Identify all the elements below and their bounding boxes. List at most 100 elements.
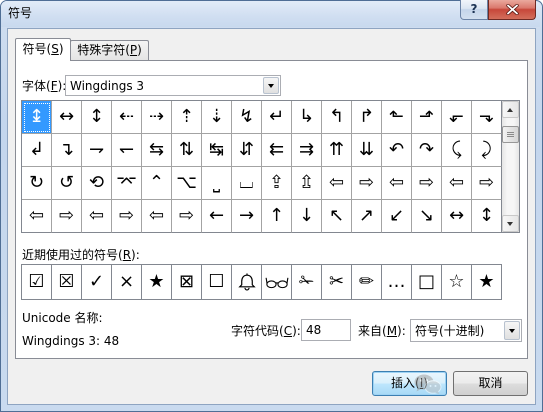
symbol-cell[interactable]: ⌤	[112, 167, 142, 200]
symbol-cell-selected[interactable]: ↨	[22, 101, 52, 134]
symbol-cell[interactable]: ↹	[202, 134, 232, 167]
insert-button[interactable]: 插入(I)	[372, 371, 447, 396]
symbol-cell[interactable]: ↴	[52, 134, 82, 167]
recent-symbol-cell[interactable]: ⊠	[172, 265, 202, 300]
symbol-cell[interactable]: ↕	[82, 101, 112, 134]
symbol-cell[interactable]: ⇦	[82, 200, 112, 233]
symbol-cell[interactable]: ↔	[52, 101, 82, 134]
symbol-cell[interactable]: ⇪	[262, 167, 292, 200]
symbol-cell[interactable]: ←	[202, 200, 232, 233]
symbol-cell[interactable]: ↷	[412, 134, 442, 167]
symbol-cell[interactable]: ⟲	[82, 167, 112, 200]
symbol-cell[interactable]: ⇨	[112, 200, 142, 233]
symbol-cell[interactable]: ↕	[472, 200, 502, 233]
symbol-cell[interactable]: ⇨	[172, 200, 202, 233]
symbol-cell[interactable]: ⇨	[352, 167, 382, 200]
symbol-grid-scrollbar[interactable]	[502, 100, 520, 233]
symbol-cell[interactable]: ⇇	[262, 134, 292, 167]
recent-symbols-grid[interactable]: ☑ ☒ ✓ × ★ ⊠ ☐ ✁ ✂ ✏… □ ☆ ★	[21, 264, 502, 300]
symbol-cell[interactable]: ↘	[412, 200, 442, 233]
symbol-cell[interactable]: ↔	[442, 200, 472, 233]
symbol-cell[interactable]: ⇁	[82, 134, 112, 167]
symbol-cell[interactable]: ⬏	[412, 101, 442, 134]
symbol-grid[interactable]: ↨ ↔ ↕ ⇠ ⇢ ⇡ ⇣ ↯ ↵ ↳ ↰ ↱ ⬑ ⬏ ⬐ ⬎ ↲ ↴ ⇁ ↽ ⇆ ⇅ ↹ ⇵ ⇇ ⇉ ⇈ ⇊ ↶ ↷ ⤹ ⤸ ↻ ↺ ⟲ ⌤ ⌃ ⌥ ⎵ ⌴…	[21, 100, 502, 233]
recent-symbol-cell[interactable]	[232, 265, 262, 300]
font-combobox[interactable]: Wingdings 3	[65, 75, 281, 96]
symbol-cell[interactable]: ⇅	[172, 134, 202, 167]
recent-symbol-cell[interactable]: ☐	[202, 265, 232, 300]
symbol-cell[interactable]: ⇦	[322, 167, 352, 200]
symbol-cell[interactable]: ⇠	[112, 101, 142, 134]
tab-symbols[interactable]: 符号(S)	[15, 38, 71, 61]
symbol-cell[interactable]: ⇫	[292, 167, 322, 200]
symbol-cell[interactable]: ⌥	[172, 167, 202, 200]
symbol-cell[interactable]: ⬑	[382, 101, 412, 134]
symbol-cell[interactable]: ⬎	[472, 101, 502, 134]
symbol-cell[interactable]: ⌴	[232, 167, 262, 200]
recent-symbol-cell[interactable]: …	[382, 265, 412, 300]
symbol-cell[interactable]: ⇉	[292, 134, 322, 167]
symbol-cell[interactable]: ↯	[232, 101, 262, 134]
symbol-cell[interactable]: ↶	[382, 134, 412, 167]
recent-symbol-cell[interactable]: ✂	[322, 265, 352, 300]
recent-symbol-cell[interactable]: ★	[472, 265, 502, 300]
symbol-cell[interactable]: ⬐	[442, 101, 472, 134]
recent-symbol-cell[interactable]: ✁	[292, 265, 322, 300]
symbol-cell[interactable]: ⤸	[472, 134, 502, 167]
symbol-cell[interactable]: ↑	[262, 200, 292, 233]
recent-symbol-cell[interactable]: ✓	[82, 265, 112, 300]
symbol-cell[interactable]: ↵	[262, 101, 292, 134]
scroll-down-button[interactable]	[502, 215, 519, 232]
close-button[interactable]	[488, 0, 536, 20]
symbol-cell[interactable]: ⇦	[142, 200, 172, 233]
symbol-cell[interactable]: ⇦	[22, 200, 52, 233]
symbol-cell[interactable]: ↳	[292, 101, 322, 134]
symbol-cell[interactable]: ⇣	[202, 101, 232, 134]
recent-symbol-cell[interactable]: ☒	[52, 265, 82, 300]
unicode-name-label: Unicode 名称:	[22, 311, 103, 325]
symbol-cell[interactable]: ⇦	[382, 167, 412, 200]
recent-symbol-cell[interactable]: ×	[112, 265, 142, 300]
help-button[interactable]: ?	[460, 0, 488, 20]
symbol-cell[interactable]: ⇨	[472, 167, 502, 200]
recent-symbol-cell[interactable]	[262, 265, 292, 300]
font-dropdown-button[interactable]	[263, 77, 279, 94]
symbol-cell[interactable]: ⇢	[142, 101, 172, 134]
recent-symbol-cell[interactable]: ✏	[352, 265, 382, 300]
from-select[interactable]: 符号(十进制)	[410, 319, 522, 342]
scroll-thumb[interactable]	[502, 126, 519, 143]
symbol-cell[interactable]: ⇨	[412, 167, 442, 200]
symbol-cell[interactable]: →	[232, 200, 262, 233]
character-code-input[interactable]	[301, 319, 351, 341]
symbol-cell[interactable]: ↱	[352, 101, 382, 134]
symbol-cell[interactable]: ⇨	[52, 200, 82, 233]
symbol-cell[interactable]: ↓	[292, 200, 322, 233]
symbol-cell[interactable]: ↙	[382, 200, 412, 233]
recent-symbol-cell[interactable]: ☑	[22, 265, 52, 300]
symbol-cell[interactable]: ↰	[322, 101, 352, 134]
symbol-cell[interactable]: ⎵	[202, 167, 232, 200]
character-code-label: 字符代码(C):	[231, 324, 301, 338]
from-dropdown-button[interactable]	[504, 321, 520, 340]
symbol-cell[interactable]: ↲	[22, 134, 52, 167]
recent-symbol-cell[interactable]: □	[412, 265, 442, 300]
symbol-cell[interactable]: ↗	[352, 200, 382, 233]
symbol-cell[interactable]: ⇵	[232, 134, 262, 167]
symbol-cell[interactable]: ↻	[22, 167, 52, 200]
symbol-cell[interactable]: ↽	[112, 134, 142, 167]
tab-special-characters[interactable]: 特殊字符(P)	[70, 40, 149, 60]
symbol-cell[interactable]: ⇡	[172, 101, 202, 134]
symbol-cell[interactable]: ↺	[52, 167, 82, 200]
symbol-cell[interactable]: ↖	[322, 200, 352, 233]
recent-symbol-cell[interactable]: ★	[142, 265, 172, 300]
symbol-cell[interactable]: ⤹	[442, 134, 472, 167]
symbol-cell[interactable]: ⇆	[142, 134, 172, 167]
symbol-cell[interactable]: ⇊	[352, 134, 382, 167]
cancel-button[interactable]: 取消	[453, 371, 528, 396]
symbol-cell[interactable]: ⇦	[442, 167, 472, 200]
from-select-value: 符号(十进制)	[415, 324, 485, 338]
recent-symbol-cell[interactable]: ☆	[442, 265, 472, 300]
scroll-up-button[interactable]	[502, 101, 519, 118]
symbol-cell[interactable]: ⌃	[142, 167, 172, 200]
symbol-cell[interactable]: ⇈	[322, 134, 352, 167]
